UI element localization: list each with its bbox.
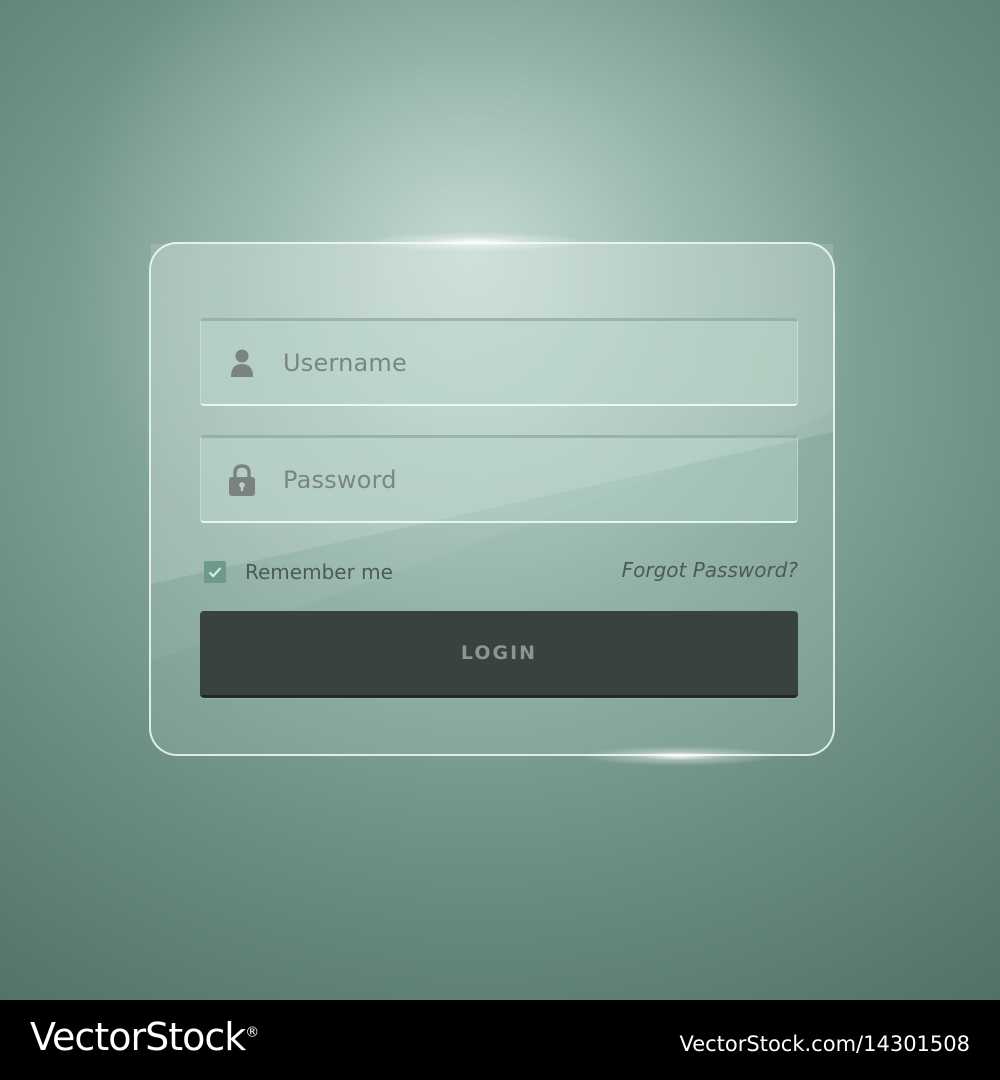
login-button[interactable]: LOGIN	[200, 611, 798, 698]
lock-icon	[201, 463, 283, 497]
remember-label: Remember me	[245, 560, 393, 584]
image-id: VectorStock.com/14301508	[679, 1032, 970, 1056]
brand-name: VectorStock	[30, 1015, 246, 1059]
password-field[interactable]: Password	[200, 435, 798, 523]
brand-logo: VectorStock®	[30, 1015, 259, 1059]
forgot-password-link[interactable]: Forgot Password?	[622, 558, 798, 582]
username-placeholder: Username	[283, 348, 407, 377]
watermark-footer: VectorStock® VectorStock.com/14301508	[0, 1000, 1000, 1080]
check-icon	[208, 567, 222, 578]
username-field[interactable]: Username	[200, 318, 798, 406]
password-placeholder: Password	[283, 465, 397, 494]
login-screen: Username Password Remember me Forgot Pas…	[0, 0, 1000, 1000]
user-icon	[201, 348, 283, 378]
registered-mark: ®	[245, 1024, 259, 1041]
remember-checkbox[interactable]	[204, 561, 226, 583]
remember-me-option[interactable]: Remember me	[204, 560, 393, 584]
